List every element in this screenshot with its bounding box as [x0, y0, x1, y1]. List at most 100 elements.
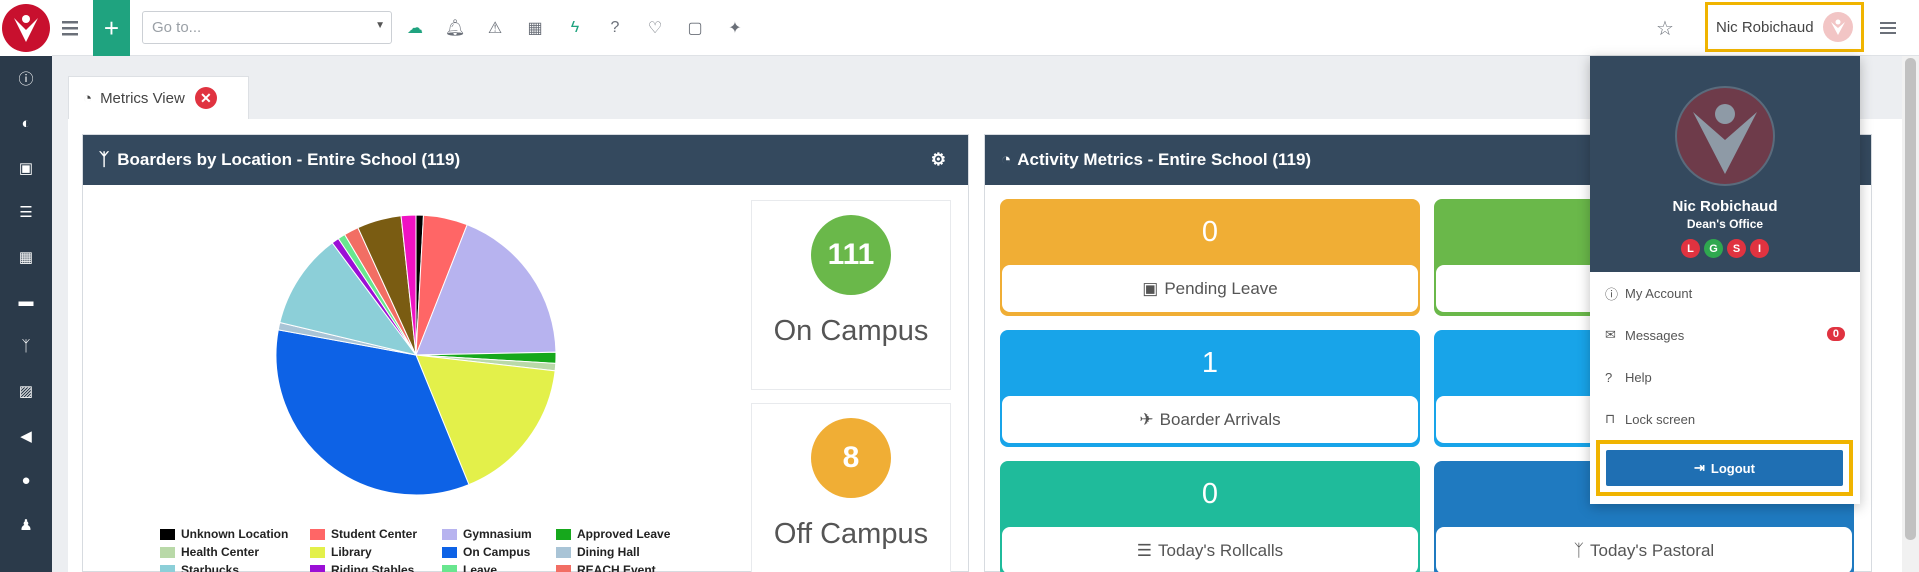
- bell-icon[interactable]: 🔔︎: [444, 17, 466, 39]
- scrollbar-thumb[interactable]: [1905, 58, 1916, 540]
- legend-item[interactable]: REACH Event: [556, 563, 656, 572]
- legend-item[interactable]: Library: [310, 545, 372, 559]
- messages-label: Messages: [1625, 327, 1685, 343]
- person-icon: ᛉ: [99, 150, 110, 169]
- my-account-link[interactable]: ⓘ My Account: [1590, 272, 1860, 314]
- heartbeat-icon[interactable]: ♡: [644, 17, 666, 39]
- pie-chart: [275, 214, 557, 496]
- legend-swatch: [442, 564, 457, 572]
- legend-item[interactable]: Leave: [442, 563, 497, 572]
- help-label: Help: [1625, 369, 1652, 385]
- bed-icon[interactable]: ▬: [0, 279, 52, 324]
- briefcase-icon[interactable]: ▣: [0, 145, 52, 190]
- legend-item[interactable]: Health Center: [160, 545, 259, 559]
- logo-icon: [2, 4, 50, 52]
- metric-value: 0: [1201, 477, 1219, 510]
- off-campus-card[interactable]: 8 Off Campus: [751, 403, 951, 572]
- help-icon[interactable]: ?: [604, 17, 626, 39]
- off-campus-count: 8: [811, 418, 891, 498]
- magic-wand-icon[interactable]: ✦: [724, 17, 746, 39]
- lock-screen-label: Lock screen: [1625, 411, 1696, 427]
- legend-swatch: [556, 546, 571, 558]
- legend-item[interactable]: Starbucks: [160, 563, 239, 572]
- lock-icon: ⊓: [1605, 411, 1616, 426]
- calendar-icon[interactable]: ▦: [524, 17, 546, 39]
- logout-label: Logout: [1710, 460, 1755, 476]
- chat-icon[interactable]: ●: [0, 458, 52, 503]
- metric-label-text: Today's Pastoral: [1590, 540, 1715, 560]
- role-badge: L: [1681, 239, 1700, 258]
- metric-label-text: Boarder Arrivals: [1159, 409, 1281, 429]
- dashboard-icon: ◔: [83, 89, 93, 107]
- legend-label: Approved Leave: [577, 527, 671, 541]
- add-button[interactable]: +: [93, 0, 130, 56]
- legend-item[interactable]: Unknown Location: [160, 527, 288, 541]
- messages-link[interactable]: ✉ Messages 0: [1590, 314, 1860, 356]
- legend-swatch: [442, 546, 457, 558]
- image-icon[interactable]: ▨: [0, 369, 52, 414]
- goto-placeholder: Go to...: [152, 19, 202, 36]
- legend-item[interactable]: Gymnasium: [442, 527, 532, 541]
- info-icon[interactable]: ⓘ: [0, 56, 52, 101]
- legend-label: Riding Stables: [331, 563, 415, 572]
- dashboard-icon[interactable]: ◐: [0, 101, 52, 146]
- on-campus-card[interactable]: 111 On Campus: [751, 200, 951, 390]
- vertical-scrollbar[interactable]: [1902, 56, 1919, 572]
- chevron-down-icon: ▼: [375, 20, 385, 31]
- logout-button[interactable]: ⇥ Logout: [1606, 450, 1843, 486]
- my-account-label: My Account: [1625, 285, 1693, 301]
- star-icon[interactable]: ☆: [1654, 17, 1676, 40]
- role-badge: S: [1727, 239, 1746, 258]
- menu-toggle-icon[interactable]: [60, 18, 80, 38]
- off-campus-label: Off Campus: [773, 518, 929, 550]
- right-menu-icon[interactable]: [1877, 17, 1899, 39]
- legend-label: Dining Hall: [577, 545, 640, 559]
- legend-label: Student Center: [331, 527, 418, 541]
- close-tab-icon[interactable]: ✕: [194, 87, 217, 109]
- metric-value: 0: [1201, 215, 1219, 248]
- user-menu-button[interactable]: Nic Robichaud: [1705, 2, 1864, 52]
- help-link[interactable]: ? Help: [1590, 356, 1860, 398]
- goto-select[interactable]: Go to... ▼: [142, 11, 392, 44]
- tab-metrics-view[interactable]: ◔ Metrics View ✕: [68, 76, 249, 119]
- warning-icon[interactable]: ⚠: [484, 17, 506, 39]
- top-bar: + Go to... ▼ ☁ 🔔︎ ⚠ ▦ ϟ ? ♡ ▢ ✦ ☆ Nic Ro…: [52, 0, 1919, 56]
- gear-icon[interactable]: ⚙: [931, 150, 946, 170]
- legend-item[interactable]: Approved Leave: [556, 527, 670, 541]
- list-icon[interactable]: ☰: [0, 190, 52, 235]
- app-logo[interactable]: [0, 0, 52, 56]
- metric-card[interactable]: 1 ✈ Boarder Arrivals: [1000, 330, 1420, 447]
- metric-card[interactable]: 0 ☰ Today's Rollcalls: [1000, 461, 1420, 572]
- legend-swatch: [160, 528, 175, 540]
- cloud-icon[interactable]: ☁: [404, 17, 426, 39]
- megaphone-icon[interactable]: ◀: [0, 414, 52, 459]
- logout-highlight: ⇥ Logout: [1596, 440, 1853, 496]
- legend-label: Unknown Location: [181, 527, 289, 541]
- metric-card[interactable]: 0 ▣ Pending Leave: [1000, 199, 1420, 316]
- legend-swatch: [556, 528, 571, 540]
- legend-label: Gymnasium: [463, 527, 532, 541]
- legend-label: Health Center: [181, 545, 260, 559]
- legend-item[interactable]: Student Center: [310, 527, 417, 541]
- legend-item[interactable]: Riding Stables: [310, 563, 414, 572]
- dashboard-icon: ◔: [1001, 150, 1012, 169]
- legend-item[interactable]: On Campus: [442, 545, 530, 559]
- list-icon: ☰: [1136, 540, 1153, 560]
- lock-screen-link[interactable]: ⊓ Lock screen: [1590, 398, 1860, 440]
- role-badge: G: [1704, 239, 1723, 258]
- users-icon[interactable]: ♟: [0, 503, 52, 548]
- left-sidebar: ⓘ ◐ ▣ ☰ ▦ ▬ ᛉ ▨ ◀ ● ♟: [0, 0, 52, 572]
- activity-panel-title: Activity Metrics - Entire School (119): [1017, 150, 1312, 169]
- legend-item[interactable]: Dining Hall: [556, 545, 640, 559]
- note-icon[interactable]: ▢: [684, 17, 706, 39]
- profile-name: Nic Robichaud: [1672, 198, 1778, 215]
- metric-value: 1: [1201, 346, 1219, 379]
- plane-landing-icon: ✈: [1139, 409, 1154, 429]
- lightning-icon[interactable]: ϟ: [564, 17, 586, 39]
- user-name: Nic Robichaud: [1716, 18, 1814, 36]
- metric-label-text: Pending Leave: [1164, 278, 1278, 298]
- person-icon[interactable]: ᛉ: [0, 324, 52, 369]
- legend-label: Starbucks: [181, 563, 240, 572]
- metric-label: ✈ Boarder Arrivals: [1002, 396, 1418, 443]
- calendar-icon[interactable]: ▦: [0, 235, 52, 280]
